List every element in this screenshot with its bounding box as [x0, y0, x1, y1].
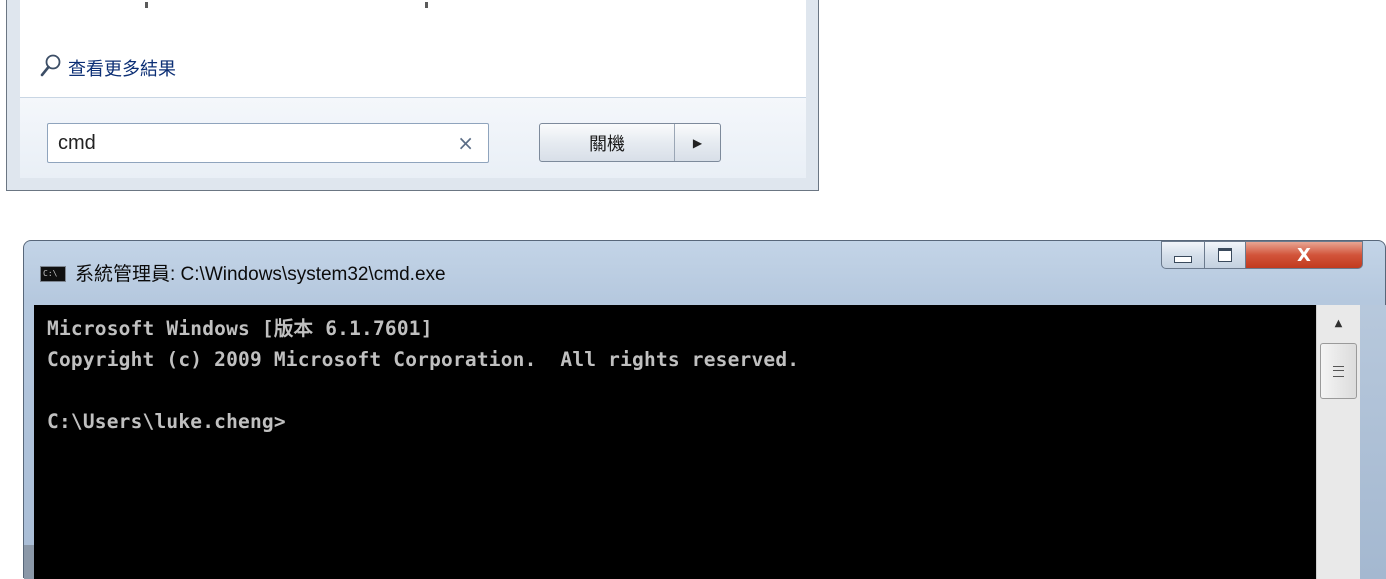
maximize-icon: [1218, 248, 1232, 262]
close-icon: X: [1297, 244, 1311, 266]
console-line: Microsoft Windows [版本 6.1.7601]: [47, 317, 433, 340]
start-search-input[interactable]: [58, 124, 448, 162]
cmd-app-icon[interactable]: C:\: [40, 266, 66, 282]
cmd-window: C:\ 系統管理員: C:\Windows\system32\cmd.exe X…: [23, 240, 1386, 579]
shutdown-button[interactable]: 關機: [540, 124, 675, 161]
scroll-thumb[interactable]: [1320, 343, 1357, 399]
window-frame-shadow: [24, 545, 34, 579]
maximize-button[interactable]: [1205, 241, 1246, 269]
start-menu: 查看更多結果 × 關機 ▶: [6, 0, 819, 191]
shutdown-options-arrow-icon[interactable]: ▶: [675, 124, 720, 161]
close-button[interactable]: X: [1246, 241, 1363, 269]
minimize-button[interactable]: [1161, 241, 1205, 269]
minimize-icon: [1174, 255, 1192, 263]
start-search-box: ×: [47, 123, 489, 163]
window-frame-edge: [1360, 305, 1386, 579]
console-prompt: C:\Users\luke.cheng>: [47, 410, 286, 433]
console-output[interactable]: Microsoft Windows [版本 6.1.7601] Copyrigh…: [34, 305, 1316, 579]
start-menu-result-fragment: [20, 0, 806, 10]
see-more-results-label: 查看更多結果: [68, 59, 176, 80]
see-more-results-link[interactable]: 查看更多結果: [40, 52, 176, 84]
vertical-scrollbar[interactable]: ▲: [1316, 305, 1360, 579]
shutdown-split-button: 關機 ▶: [539, 123, 721, 162]
magnifier-icon: [40, 53, 62, 83]
window-title: 系統管理員: C:\Windows\system32\cmd.exe: [75, 264, 446, 285]
clear-search-icon[interactable]: ×: [457, 132, 474, 154]
grip-icon: [1333, 365, 1344, 377]
console-line: Copyright (c) 2009 Microsoft Corporation…: [47, 348, 800, 371]
scroll-up-arrow-icon[interactable]: ▲: [1317, 311, 1360, 335]
title-bar[interactable]: C:\ 系統管理員: C:\Windows\system32\cmd.exe X: [24, 241, 1385, 305]
